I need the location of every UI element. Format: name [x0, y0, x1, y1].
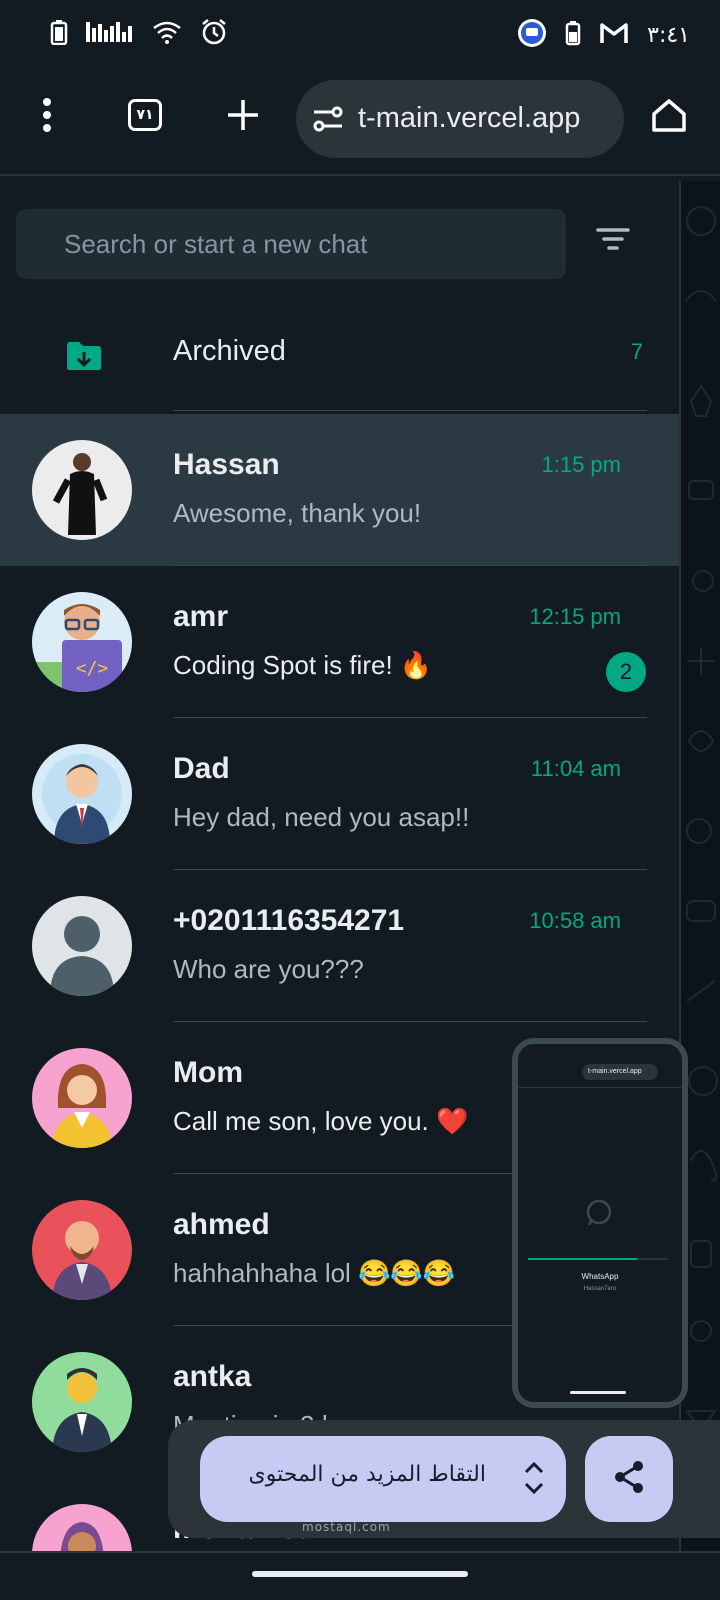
- avatar: </>: [32, 592, 132, 692]
- search-input[interactable]: Search or start a new chat: [16, 209, 566, 279]
- chat-time: 11:04 am: [530, 756, 621, 781]
- default-avatar-icon: [32, 896, 132, 996]
- archive-icon: [66, 341, 102, 375]
- capture-more-label: التقاط المزيد من المحتوى: [248, 1462, 486, 1487]
- preview-progress-fill: [528, 1258, 638, 1260]
- screenshot-preview[interactable]: t-main.vercel.app WhatsApp Hassan7ero: [512, 1038, 688, 1408]
- chat-name: Dad: [173, 752, 230, 785]
- share-button[interactable]: [585, 1436, 673, 1522]
- home-icon[interactable]: [644, 90, 694, 140]
- wifi-icon: [152, 20, 182, 48]
- avatar: [32, 1200, 132, 1300]
- chat-name: amr: [173, 600, 229, 633]
- tab-switcher-icon: ٧١: [128, 99, 162, 131]
- avatar: [32, 1048, 132, 1148]
- chat-item-hassan[interactable]: Hassan 1:15 pm Awesome, thank you!: [0, 414, 679, 566]
- archived-row[interactable]: Archived 7: [0, 303, 679, 411]
- status-bar-left: [50, 18, 228, 50]
- chat-last-message: Call me son, love you. ❤️: [173, 1106, 469, 1136]
- preview-title: WhatsApp: [581, 1272, 619, 1281]
- chat-last-message: Hey dad, need you asap!!: [173, 802, 470, 832]
- filter-icon[interactable]: [596, 225, 630, 255]
- preview-subtitle: Hassan7ero: [583, 1286, 617, 1292]
- chat-name: ahmed: [173, 1208, 270, 1241]
- home-gesture-handle[interactable]: [252, 1571, 468, 1577]
- watermark-text: mostaql.com: [302, 1520, 391, 1534]
- search-placeholder: Search or start a new chat: [64, 229, 368, 259]
- alarm-icon: [200, 18, 228, 50]
- capture-more-button[interactable]: التقاط المزيد من المحتوى: [200, 1436, 566, 1522]
- battery-icon: [50, 19, 68, 49]
- preview-toolbar: t-main.vercel.app: [518, 1044, 682, 1088]
- status-bar: ٣:٤١: [0, 0, 720, 66]
- share-icon: [611, 1459, 647, 1499]
- preview-progress-bar: [528, 1258, 668, 1260]
- tab-switcher-button[interactable]: ٧١: [120, 90, 170, 140]
- avatar: [32, 744, 132, 844]
- chat-time: 1:15 pm: [541, 452, 622, 477]
- chat-name: Mom: [173, 1056, 243, 1089]
- chat-name: +0201116354271: [173, 904, 405, 937]
- avatar: [32, 440, 132, 540]
- url-text: t-main.vercel.app: [358, 102, 581, 134]
- unread-badge: 2: [606, 652, 646, 692]
- chat-last-message: Awesome, thank you!: [173, 498, 422, 528]
- svg-text:</>: </>: [76, 658, 109, 679]
- screenshot-toolbar: التقاط المزيد من المحتوى: [168, 1420, 720, 1538]
- gmail-icon: [599, 21, 629, 49]
- browser-toolbar: ٧١ t-main.vercel.app: [0, 66, 720, 176]
- site-settings-icon[interactable]: [312, 104, 344, 138]
- status-time: ٣:٤١: [647, 22, 690, 48]
- chat-time: 12:15 pm: [529, 604, 621, 629]
- signal-bars-icon: [86, 20, 134, 48]
- avatar: [32, 1504, 132, 1551]
- chat-name: Hassan: [173, 448, 280, 481]
- expand-icon: [522, 1458, 546, 1502]
- avatar: [32, 1352, 132, 1452]
- archived-label: Archived: [173, 335, 286, 367]
- more-vert-icon[interactable]: [22, 90, 72, 140]
- archived-count: 7: [630, 339, 643, 364]
- app-badge-icon: [517, 18, 547, 52]
- chat-item-unknown-number[interactable]: +0201116354271 10:58 am Who are you???: [0, 870, 679, 1022]
- chat-last-message: hahhahhaha lol 😂😂😂: [173, 1258, 456, 1288]
- chat-item-amr[interactable]: </> amr 12:15 pm Coding Spot is fire! 🔥 …: [0, 566, 679, 718]
- chat-item-dad[interactable]: Dad 11:04 am Hey dad, need you asap!!: [0, 718, 679, 870]
- chat-last-message: Who are you???: [173, 954, 364, 984]
- address-bar[interactable]: t-main.vercel.app: [296, 80, 624, 158]
- system-nav-bar: [0, 1551, 720, 1600]
- chat-time: 10:58 am: [529, 908, 621, 933]
- preview-home-indicator: [570, 1391, 626, 1394]
- chat-name: antka: [173, 1360, 252, 1393]
- status-bar-right: ٣:٤١: [517, 18, 690, 52]
- divider: [173, 410, 647, 411]
- battery-small-icon: [565, 20, 581, 50]
- new-tab-icon[interactable]: [218, 90, 268, 140]
- whatsapp-logo-icon: [584, 1198, 614, 1232]
- chat-last-message: Coding Spot is fire! 🔥: [173, 650, 433, 680]
- preview-url: t-main.vercel.app: [582, 1064, 658, 1080]
